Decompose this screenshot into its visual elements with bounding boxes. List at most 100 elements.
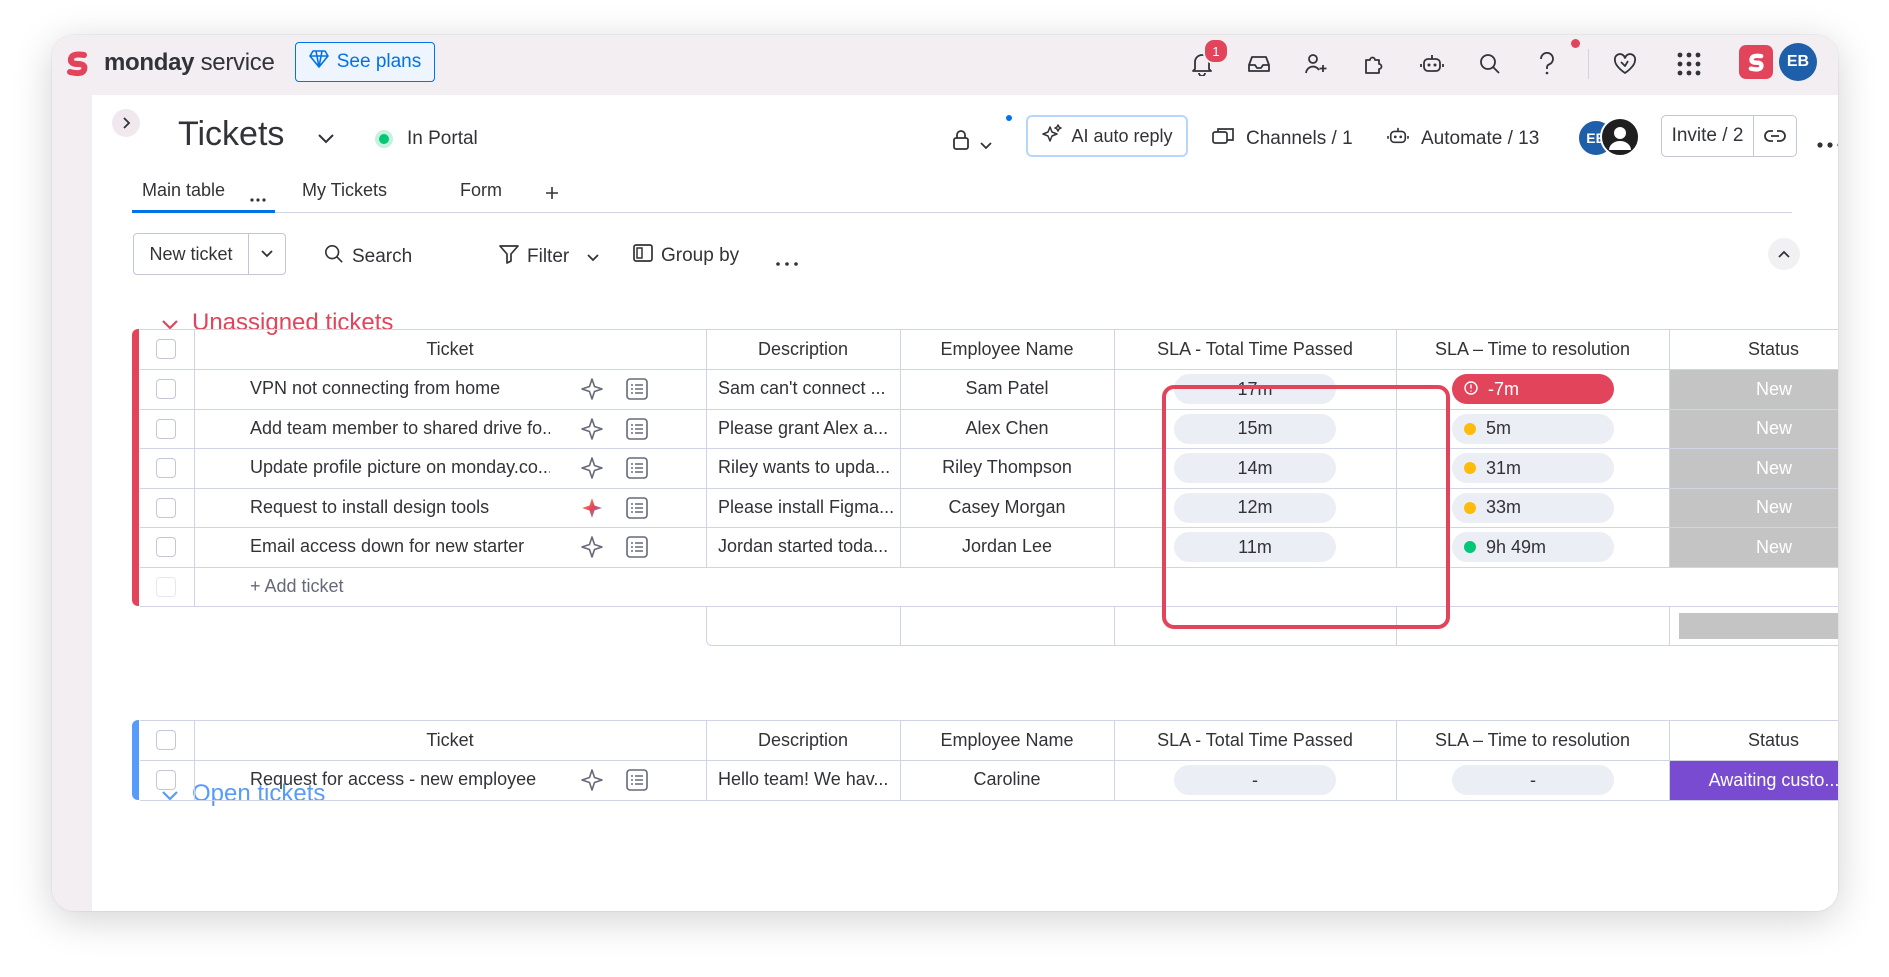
ticket-name[interactable]: VPN not connecting from home (250, 378, 550, 399)
search-button[interactable]: Search (324, 244, 412, 270)
group-by-button[interactable]: Group by (633, 244, 739, 268)
status-cell[interactable]: New (1670, 528, 1838, 567)
board-title[interactable]: Tickets (178, 115, 284, 154)
add-view-icon[interactable] (545, 186, 559, 205)
column-header-status[interactable]: Status (1669, 720, 1838, 760)
status-cell[interactable]: New (1670, 449, 1838, 488)
sla-resolution-pill[interactable]: 31m (1452, 453, 1614, 483)
ai-sparkle-icon[interactable] (580, 456, 604, 485)
add-user-icon[interactable] (1299, 47, 1333, 81)
ticket-description[interactable]: Sam can't connect ... (706, 369, 900, 409)
row-checkbox[interactable] (156, 418, 176, 439)
column-header-sla-time-to-resolution[interactable]: SLA – Time to resolution (1396, 329, 1669, 369)
invite-button[interactable]: Invite / 2 (1661, 115, 1797, 157)
item-details-icon[interactable] (626, 536, 648, 563)
link-icon[interactable] (1754, 116, 1796, 156)
channels-button[interactable]: Channels / 1 (1212, 126, 1353, 152)
item-details-icon[interactable] (626, 769, 648, 796)
ticket-description[interactable]: Jordan started toda... (706, 527, 900, 567)
ai-sparkle-icon[interactable] (580, 535, 604, 564)
status-cell[interactable]: New (1670, 370, 1838, 409)
ai-sparkle-icon[interactable] (580, 377, 604, 406)
apps-grid-icon[interactable] (1672, 47, 1706, 81)
ticket-description[interactable]: Riley wants to upda... (706, 448, 900, 488)
heart-icon[interactable] (1608, 47, 1642, 81)
filter-button[interactable]: Filter (499, 244, 599, 270)
help-icon[interactable] (1530, 47, 1564, 81)
ai-sparkle-icon[interactable] (580, 768, 604, 797)
title-chevron-down-icon[interactable] (318, 131, 334, 149)
sla-resolution-pill[interactable]: -7m (1452, 374, 1614, 404)
toolbar-more-icon[interactable] (776, 253, 798, 271)
ai-sparkle-icon[interactable] (580, 417, 604, 446)
column-header-description[interactable]: Description (706, 720, 900, 760)
employee-name[interactable]: Alex Chen (900, 409, 1114, 449)
row-checkbox[interactable] (156, 458, 176, 478)
inbox-icon[interactable] (1242, 47, 1276, 81)
column-header-employee-name[interactable]: Employee Name (900, 329, 1114, 369)
expand-sidebar-button[interactable] (112, 109, 140, 137)
ai-auto-reply-button[interactable]: AI auto reply (1026, 115, 1188, 157)
member-avatar-placeholder-icon[interactable] (1600, 117, 1640, 157)
employee-name[interactable]: Sam Patel (900, 369, 1114, 409)
ticket-name[interactable]: Update profile picture on monday.co... (250, 457, 550, 478)
search-icon[interactable] (1473, 47, 1507, 81)
column-header-sla-total-time[interactable]: SLA - Total Time Passed (1114, 329, 1396, 369)
user-avatar[interactable]: EB (1779, 43, 1817, 81)
invite-label[interactable]: Invite / 2 (1662, 116, 1754, 156)
ticket-description[interactable]: Please grant Alex a... (706, 409, 900, 449)
row-checkbox[interactable] (156, 770, 176, 790)
ticket-description[interactable]: Hello team! We hav... (706, 760, 900, 800)
ticket-name[interactable]: Request to install design tools (250, 497, 550, 518)
status-cell[interactable]: New (1670, 409, 1838, 448)
lock-icon[interactable] (952, 129, 970, 156)
column-header-description[interactable]: Description (706, 329, 900, 369)
tab-form[interactable]: Form (460, 180, 502, 201)
sla-resolution-pill[interactable]: 5m (1452, 413, 1614, 444)
row-checkbox[interactable] (156, 379, 176, 399)
more-options-icon[interactable] (1817, 135, 1838, 153)
column-header-sla-time-to-resolution[interactable]: SLA – Time to resolution (1396, 720, 1669, 760)
ticket-name[interactable]: Email access down for new starter (250, 536, 550, 557)
item-details-icon[interactable] (626, 417, 648, 445)
tab-my-tickets[interactable]: My Tickets (302, 180, 387, 201)
filter-chevron-down-icon[interactable] (587, 246, 599, 268)
row-checkbox[interactable] (156, 537, 176, 557)
header-checkbox[interactable] (156, 339, 176, 359)
group-collapse-chevron-icon[interactable] (162, 309, 178, 337)
sla-resolution-pill[interactable]: 9h 49m (1452, 532, 1614, 562)
sla-resolution-pill[interactable]: - (1452, 765, 1614, 795)
ticket-description[interactable]: Please install Figma... (706, 488, 900, 528)
add-ticket-input[interactable]: + Add ticket (250, 576, 550, 597)
item-details-icon[interactable] (626, 496, 648, 524)
item-details-icon[interactable] (626, 378, 648, 405)
employee-name[interactable]: Casey Morgan (900, 488, 1114, 528)
column-header-employee-name[interactable]: Employee Name (900, 720, 1114, 760)
tab-main-table[interactable]: Main table (142, 180, 225, 201)
new-ticket-chevron-down-icon[interactable] (249, 234, 285, 274)
item-details-icon[interactable] (626, 457, 648, 484)
employee-name[interactable]: Caroline (900, 760, 1114, 800)
status-cell[interactable]: New (1670, 488, 1838, 527)
portal-status[interactable]: In Portal (375, 128, 478, 150)
column-header-ticket[interactable]: Ticket (194, 720, 706, 760)
new-ticket-button[interactable]: New ticket (133, 233, 286, 275)
robot-icon[interactable] (1415, 47, 1449, 81)
see-plans-button[interactable]: See plans (295, 42, 435, 82)
status-cell[interactable]: Awaiting custo... (1670, 761, 1838, 800)
service-app-icon[interactable] (1739, 45, 1773, 79)
ticket-name[interactable]: Add team member to shared drive fo... (250, 418, 550, 439)
header-checkbox[interactable] (156, 730, 176, 750)
ai-sparkle-icon[interactable] (580, 496, 604, 525)
tab-more-icon[interactable] (250, 189, 266, 207)
ticket-name[interactable]: Request for access - new employee (250, 769, 550, 790)
sla-resolution-pill[interactable]: 33m (1452, 492, 1614, 523)
lock-chevron-down-icon[interactable] (980, 137, 992, 155)
column-header-status[interactable]: Status (1669, 329, 1838, 369)
monday-logo[interactable] (62, 48, 92, 78)
sla-total-time-pill[interactable]: - (1174, 765, 1336, 795)
row-checkbox[interactable] (156, 497, 176, 518)
column-header-sla-total-time[interactable]: SLA - Total Time Passed (1114, 720, 1396, 760)
new-ticket-label[interactable]: New ticket (134, 234, 249, 274)
automate-button[interactable]: Automate / 13 (1387, 126, 1539, 152)
